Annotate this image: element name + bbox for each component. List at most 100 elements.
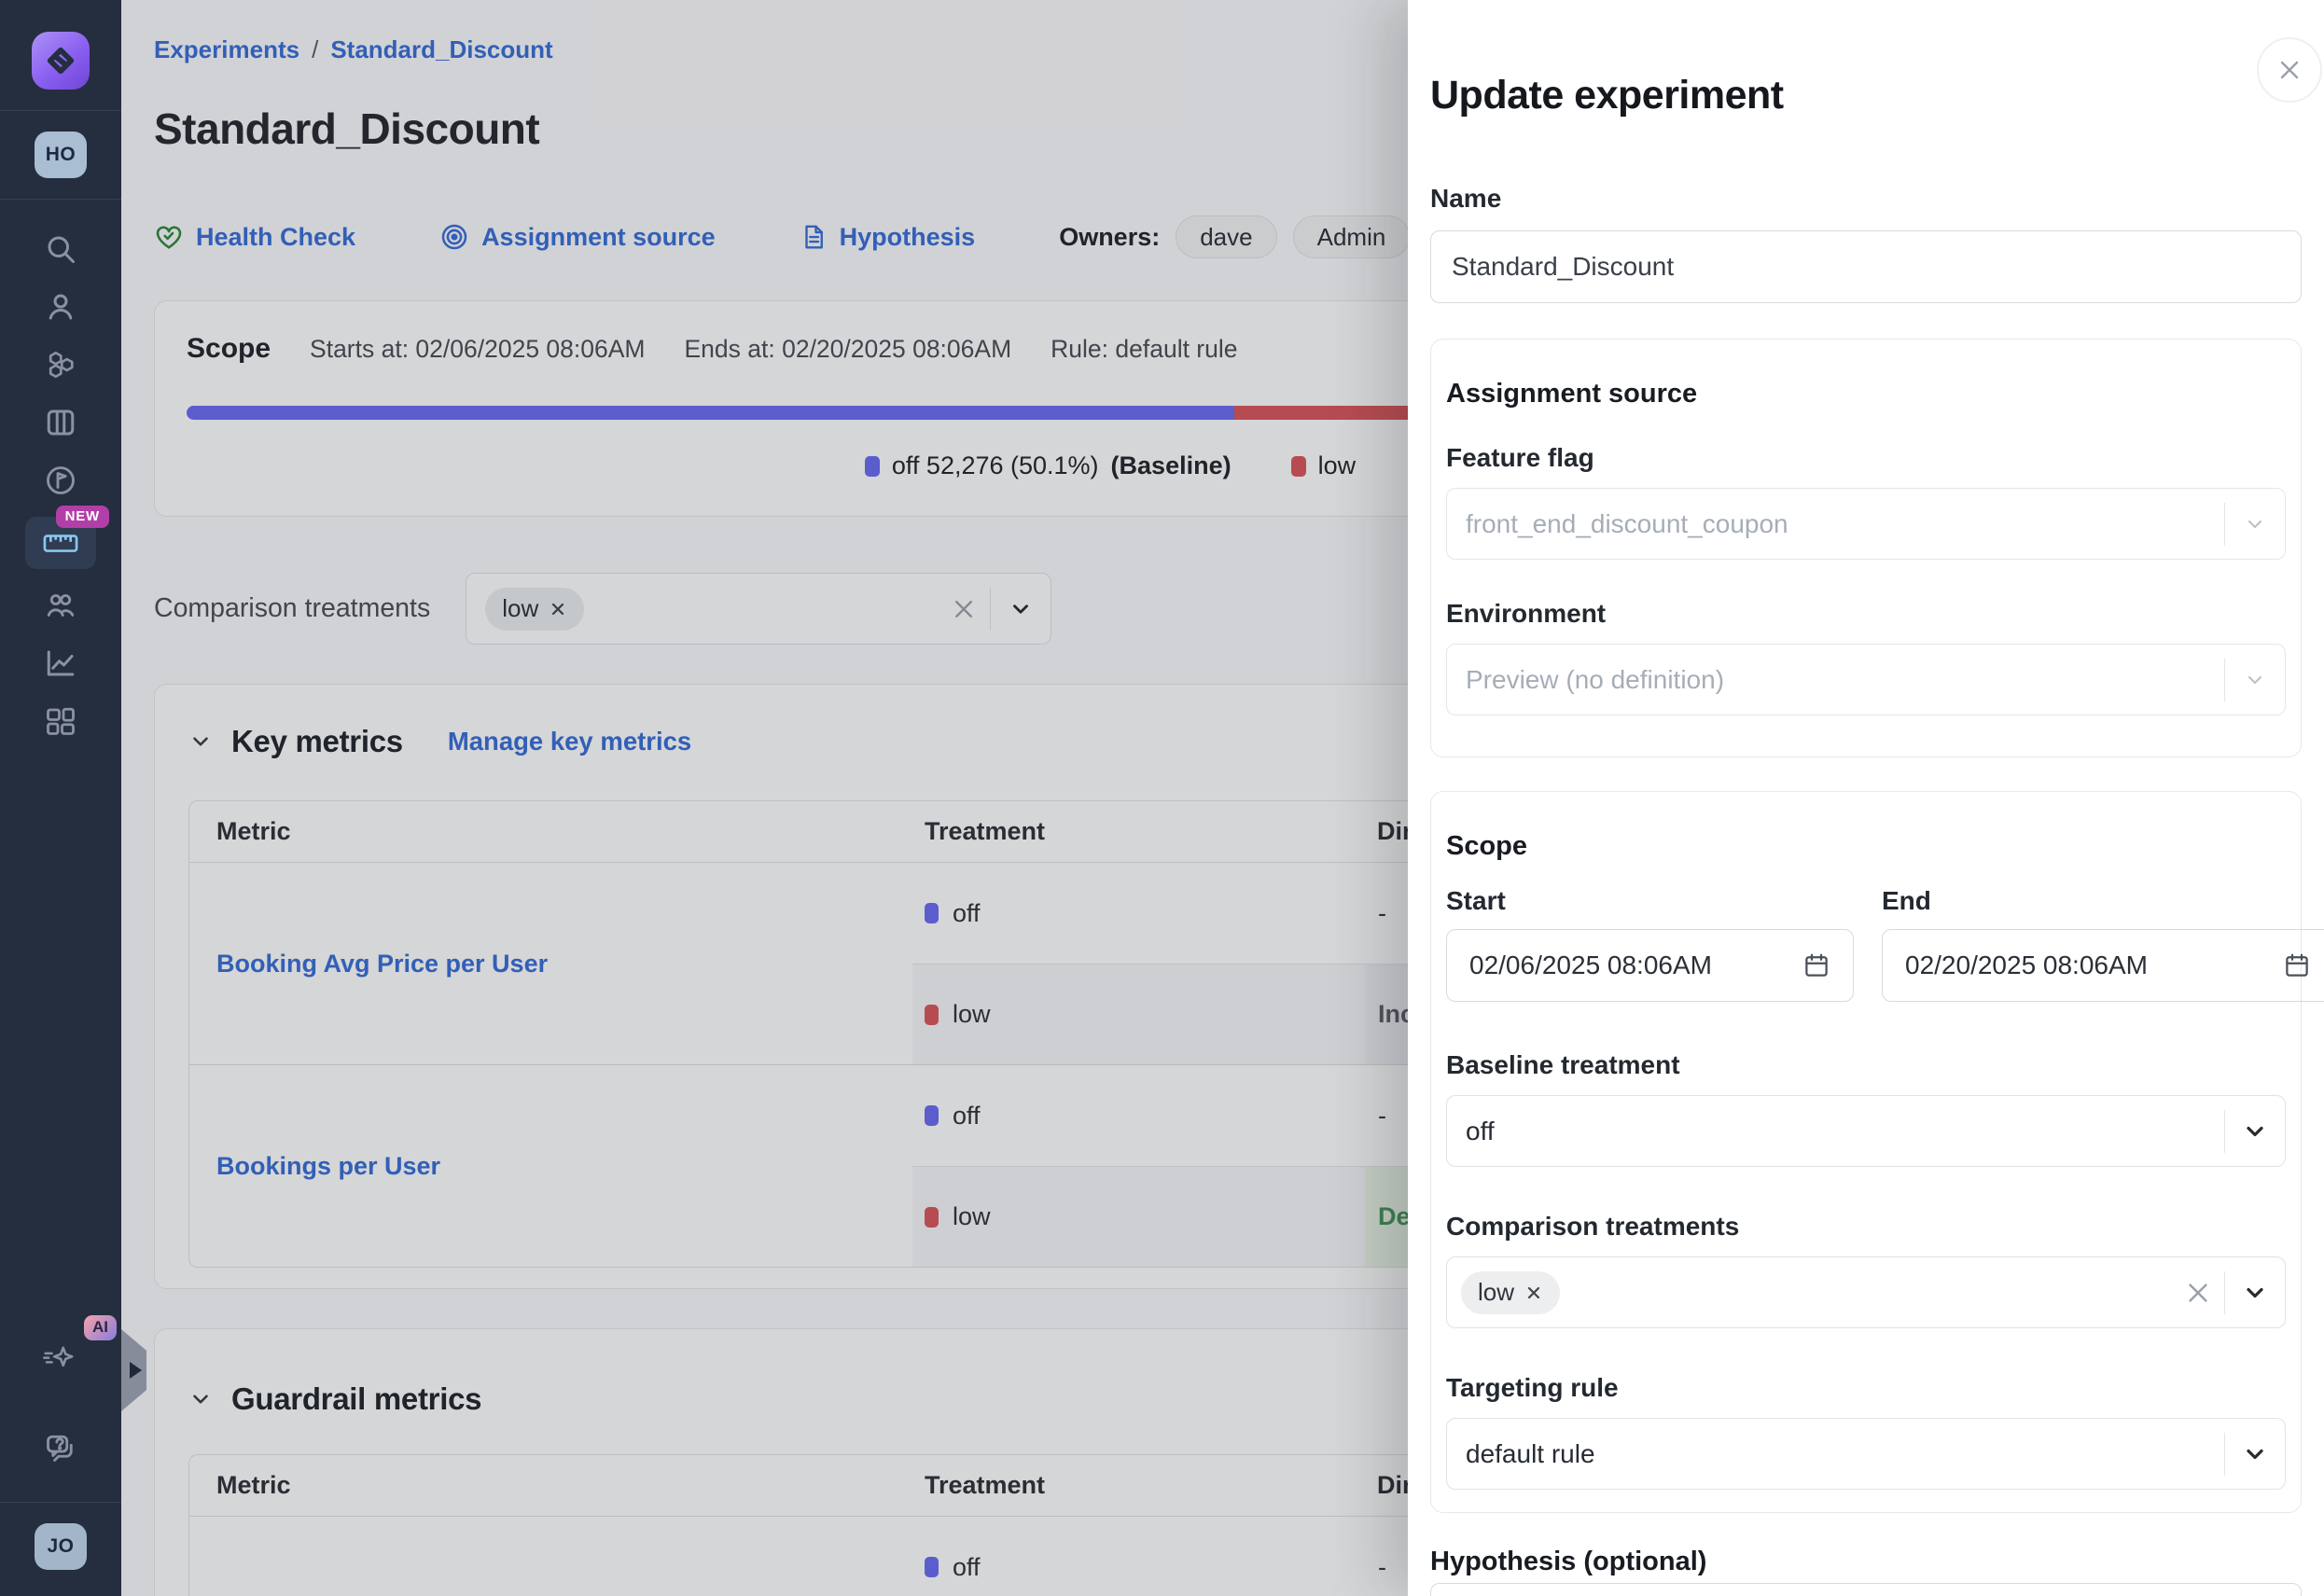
assignment-source-heading: Assignment source xyxy=(1446,379,2286,409)
off-swatch xyxy=(865,456,880,477)
collapse-chevron-icon[interactable] xyxy=(188,729,213,754)
assignment-source-section: Assignment source Feature flag front_end… xyxy=(1430,339,2302,757)
metric-link[interactable]: Booking Avg Price per User xyxy=(216,950,548,978)
targeting-rule-value: default rule xyxy=(1466,1439,1595,1469)
logo-mark-icon xyxy=(42,42,79,79)
audiences-icon[interactable] xyxy=(25,576,96,634)
start-date-value: 02/06/2025 08:06AM xyxy=(1469,951,1712,980)
targeting-rule-label: Targeting rule xyxy=(1446,1373,2286,1403)
analytics-icon[interactable] xyxy=(25,634,96,692)
chevron-down-icon[interactable] xyxy=(2225,1118,2285,1145)
chip-remove-icon[interactable] xyxy=(1524,1284,1543,1302)
divider xyxy=(0,1502,121,1503)
assignment-source-link[interactable]: Assignment source xyxy=(439,222,716,252)
target-icon xyxy=(439,222,469,252)
scope-section: Scope Start 02/06/2025 08:06AM End xyxy=(1430,791,2302,1513)
end-date-input[interactable]: 02/20/2025 08:06AM xyxy=(1882,929,2324,1002)
owners-group: Owners: dave Admin xyxy=(1059,215,1410,258)
collapse-chevron-icon[interactable] xyxy=(188,1387,213,1411)
name-label: Name xyxy=(1430,184,2302,214)
key-metrics-title: Key metrics xyxy=(231,724,403,759)
chip-label: low xyxy=(1478,1278,1514,1307)
hypothesis-link[interactable]: Hypothesis xyxy=(800,222,976,252)
users-icon[interactable] xyxy=(25,278,96,336)
column-header-treatment: Treatment xyxy=(912,1471,1365,1500)
legend-entry-off: off 52,276 (50.1%) (Baseline) xyxy=(865,451,1232,480)
owner-pill[interactable]: Admin xyxy=(1293,215,1411,258)
breadcrumb-experiments-link[interactable]: Experiments xyxy=(154,35,299,64)
comparison-treatments-label: Comparison treatments xyxy=(1446,1212,2286,1242)
sidebar-item-experiments-active[interactable]: NEW xyxy=(25,517,96,569)
feature-flags-icon[interactable] xyxy=(25,336,96,394)
workspace-avatar[interactable]: HO xyxy=(35,132,87,178)
user-avatar[interactable]: JO xyxy=(35,1523,87,1570)
caret-right-icon xyxy=(130,1362,142,1379)
comparison-treatments-select[interactable]: low xyxy=(466,573,1051,645)
legend-entry-low: low xyxy=(1291,451,1357,480)
chevron-down-icon[interactable] xyxy=(2225,1280,2285,1306)
hypothesis-textarea[interactable] xyxy=(1430,1583,2302,1596)
hypothesis-label: Hypothesis xyxy=(840,223,976,252)
targeting-rule-select[interactable]: default rule xyxy=(1446,1418,2286,1490)
scope-heading: Scope xyxy=(1446,831,2286,862)
health-check-label: Health Check xyxy=(196,223,355,252)
owners-label: Owners: xyxy=(1059,223,1160,252)
chevron-down-icon[interactable] xyxy=(2225,1441,2285,1467)
statsig-logo[interactable] xyxy=(32,32,90,90)
clear-selection-icon[interactable] xyxy=(938,597,990,621)
name-input[interactable] xyxy=(1430,230,2302,303)
legend-low-label: low xyxy=(1318,451,1357,480)
baseline-treatment-label: Baseline treatment xyxy=(1446,1050,2286,1080)
dashboards-icon[interactable] xyxy=(25,692,96,750)
close-icon[interactable] xyxy=(2257,37,2322,103)
environment-value: Preview (no definition) xyxy=(1466,665,1724,695)
treatment-chip[interactable]: low xyxy=(1461,1271,1560,1314)
scope-starts: Starts at: 02/06/2025 08:06AM xyxy=(310,335,645,364)
chevron-down-icon[interactable] xyxy=(991,597,1051,621)
comparison-treatments-select[interactable]: low xyxy=(1446,1256,2286,1328)
chip-remove-icon[interactable] xyxy=(549,600,567,618)
columns-icon[interactable] xyxy=(25,394,96,451)
releases-icon[interactable] xyxy=(25,451,96,509)
breadcrumb-current-link[interactable]: Standard_Discount xyxy=(330,35,552,64)
clear-selection-icon[interactable] xyxy=(2172,1280,2224,1306)
scope-card-title: Scope xyxy=(187,333,271,365)
legend-baseline-label: (Baseline) xyxy=(1111,451,1232,480)
assignment-source-label: Assignment source xyxy=(481,223,716,252)
start-date-input[interactable]: 02/06/2025 08:06AM xyxy=(1446,929,1854,1002)
off-swatch xyxy=(925,1105,939,1126)
baseline-treatment-select[interactable]: off xyxy=(1446,1095,2286,1167)
scope-rule: Rule: default rule xyxy=(1051,335,1237,364)
support-chat-icon[interactable] xyxy=(25,1420,96,1478)
calendar-icon[interactable] xyxy=(2283,951,2311,979)
document-icon xyxy=(800,222,828,252)
column-header-treatment: Treatment xyxy=(912,817,1365,846)
new-badge: NEW xyxy=(56,506,109,528)
ai-assistant-icon[interactable]: AI xyxy=(25,1330,96,1388)
metric-link[interactable]: Bookings per User xyxy=(216,1152,440,1181)
ruler-icon xyxy=(41,528,80,558)
feature-flag-select[interactable]: front_end_discount_coupon xyxy=(1446,488,2286,560)
manage-key-metrics-link[interactable]: Manage key metrics xyxy=(448,727,691,756)
bar-segment-off xyxy=(187,406,1234,420)
legend-off-label: off 52,276 (50.1%) xyxy=(892,451,1099,480)
update-experiment-drawer: Update experiment Name Assignment source… xyxy=(1408,0,2324,1596)
divider xyxy=(0,199,121,200)
comparison-treatments-label: Comparison treatments xyxy=(154,593,430,624)
drawer-title: Update experiment xyxy=(1430,73,2302,118)
owner-pill[interactable]: dave xyxy=(1176,215,1276,258)
search-icon[interactable] xyxy=(25,220,96,278)
environment-select[interactable]: Preview (no definition) xyxy=(1446,644,2286,715)
sidebar: HO xyxy=(0,0,121,1596)
feature-flag-value: front_end_discount_coupon xyxy=(1466,509,1788,539)
guardrail-metrics-title: Guardrail metrics xyxy=(231,1381,481,1417)
ai-badge: AI xyxy=(84,1315,117,1340)
low-swatch xyxy=(925,1005,939,1025)
calendar-icon[interactable] xyxy=(1802,951,1830,979)
hypothesis-heading: Hypothesis (optional) xyxy=(1430,1547,2302,1577)
app-window: HO xyxy=(0,0,2324,1596)
column-header-metric: Metric xyxy=(189,1471,912,1500)
off-swatch xyxy=(925,1557,939,1577)
health-check-link[interactable]: Health Check xyxy=(154,222,355,252)
treatment-chip[interactable]: low xyxy=(485,588,584,631)
